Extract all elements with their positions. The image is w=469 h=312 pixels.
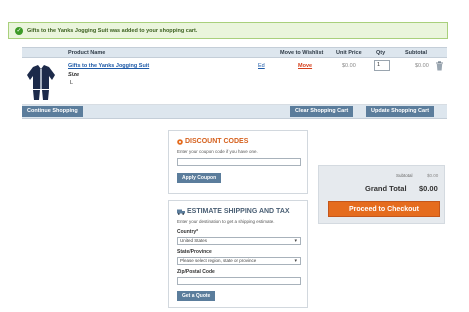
cart-actions: Continue Shopping Clear Shopping Cart Up… bbox=[22, 105, 447, 119]
option-label: Size bbox=[68, 72, 80, 78]
col-move-to-wishlist: Move to Wishlist bbox=[280, 50, 324, 56]
success-message: ✓ Gifts to the Yanks Jogging Suit was ad… bbox=[8, 22, 448, 39]
col-subtotal: Subtotal bbox=[405, 50, 427, 56]
edit-link[interactable]: Ed bbox=[258, 63, 265, 69]
subtotal-label: Subtotal bbox=[396, 173, 413, 178]
check-icon: ✓ bbox=[15, 26, 23, 35]
chevron-down-icon: ▾ bbox=[294, 238, 297, 244]
country-label: Country* bbox=[177, 229, 199, 235]
subtotal-value: $0.00 bbox=[427, 173, 439, 178]
cart-header: Product Name Move to Wishlist Unit Price… bbox=[22, 47, 447, 58]
country-select[interactable]: United States ▾ bbox=[177, 237, 301, 245]
cart-totals: Subtotal $0.00 Grand Total $0.00 Proceed… bbox=[318, 165, 445, 224]
move-to-wishlist-link[interactable]: Move bbox=[298, 63, 312, 69]
jacket-icon[interactable] bbox=[25, 63, 57, 101]
proceed-to-checkout-button[interactable]: Proceed to Checkout bbox=[328, 201, 440, 217]
country-value: United States bbox=[180, 238, 208, 243]
discount-title: DISCOUNT CODES bbox=[185, 138, 249, 145]
col-unit-price: Unit Price bbox=[336, 50, 362, 56]
shipping-title: ESTIMATE SHIPPING AND TAX bbox=[187, 208, 290, 215]
estimate-shipping-panel: ESTIMATE SHIPPING AND TAX Enter your des… bbox=[168, 200, 308, 308]
get-quote-button[interactable]: Get a Quote bbox=[177, 291, 216, 301]
trash-icon[interactable] bbox=[435, 61, 444, 71]
zip-input[interactable] bbox=[177, 277, 301, 285]
discount-description: Enter your coupon code if you have one. bbox=[177, 149, 258, 154]
col-product-name: Product Name bbox=[68, 50, 106, 56]
state-value: Please select region, state or province bbox=[180, 258, 257, 263]
continue-shopping-button[interactable]: Continue Shopping bbox=[22, 106, 83, 117]
cart-table: Product Name Move to Wishlist Unit Price… bbox=[22, 47, 447, 119]
update-cart-button[interactable]: Update Shopping Cart bbox=[366, 106, 435, 117]
unit-price: $0.00 bbox=[342, 63, 356, 69]
row-subtotal: $0.00 bbox=[415, 63, 429, 69]
shipping-description: Enter your destination to get a shipping… bbox=[177, 219, 275, 224]
zip-label: Zip/Postal Code bbox=[177, 269, 215, 275]
option-value: L bbox=[70, 80, 74, 86]
apply-coupon-button[interactable]: Apply Coupon bbox=[177, 173, 222, 183]
state-label: State/Province bbox=[177, 249, 212, 255]
chevron-down-icon: ▾ bbox=[294, 258, 297, 264]
state-select[interactable]: Please select region, state or province … bbox=[177, 257, 301, 265]
grand-total-label: Grand Total bbox=[365, 184, 407, 193]
product-name-link[interactable]: Gifts to the Yanks Jogging Suit bbox=[68, 63, 149, 69]
col-qty: Qty bbox=[376, 50, 386, 56]
coupon-code-input[interactable] bbox=[177, 158, 301, 166]
qty-input[interactable]: 1 bbox=[374, 60, 390, 71]
discount-panel: DISCOUNT CODES Enter your coupon code if… bbox=[168, 130, 308, 194]
table-row: Gifts to the Yanks Jogging Suit Size L E… bbox=[22, 58, 447, 105]
tag-icon bbox=[177, 139, 183, 145]
clear-cart-button[interactable]: Clear Shopping Cart bbox=[290, 106, 354, 117]
grand-total-value: $0.00 bbox=[419, 184, 438, 193]
truck-icon bbox=[177, 209, 185, 215]
success-text: Gifts to the Yanks Jogging Suit was adde… bbox=[27, 27, 198, 34]
